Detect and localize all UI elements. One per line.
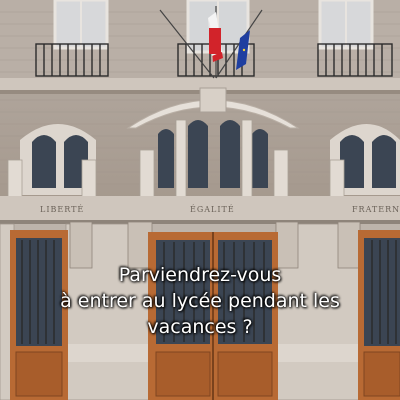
inscription-liberte: LIBERTÉ [40, 205, 84, 214]
upper-window-right [318, 0, 374, 50]
inscription-egalite: ÉGALITÉ [190, 205, 235, 214]
caption-line-3: vacances ? [147, 316, 253, 338]
game-prompt-caption: Parviendrez-vous à entrer au lycée penda… [0, 262, 400, 340]
upper-window-left [53, 0, 109, 50]
caption-line-2: à entrer au lycée pendant les [60, 290, 340, 312]
game-scene[interactable]: LIBERTÉ ÉGALITÉ FRATERN Parviendrez-vous… [0, 0, 400, 400]
caption-line-1: Parviendrez-vous [118, 264, 282, 286]
school-facade-illustration: LIBERTÉ ÉGALITÉ FRATERN [0, 0, 400, 400]
crest-emblem [199, 87, 227, 113]
inscription-fraternite: FRATERN [352, 205, 400, 214]
